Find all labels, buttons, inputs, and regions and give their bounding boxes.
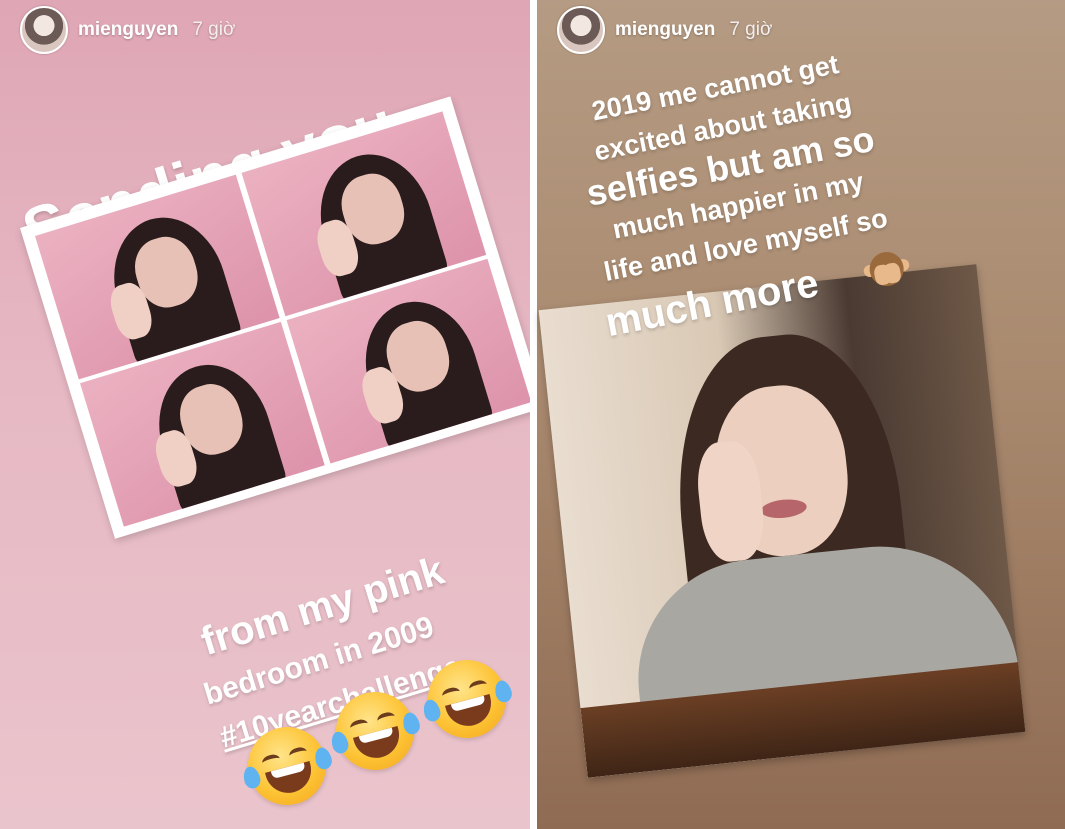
username[interactable]: mienguyen — [615, 19, 715, 41]
avatar[interactable] — [557, 6, 605, 54]
story-header: mienguyen 7 giờ — [20, 6, 235, 54]
post-time: 7 giờ — [192, 19, 236, 40]
username[interactable]: mienguyen — [78, 19, 178, 41]
see-no-evil-monkey-icon — [861, 246, 914, 295]
story-divider — [530, 0, 537, 829]
story-header: mienguyen 7 giờ — [557, 6, 772, 54]
post-time: 7 giờ — [729, 19, 773, 40]
avatar[interactable] — [20, 6, 68, 54]
